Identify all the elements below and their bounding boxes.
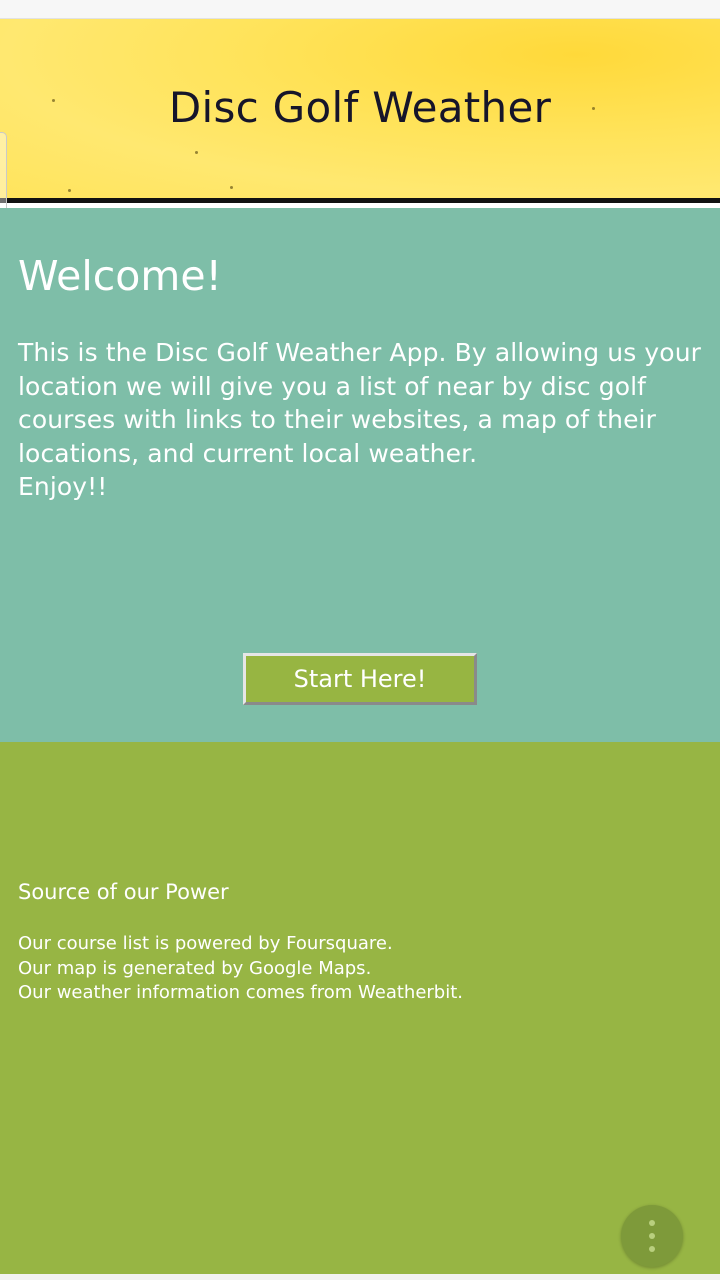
background-speck xyxy=(68,189,71,192)
welcome-heading: Welcome! xyxy=(18,252,222,300)
app-title: Disc Golf Weather xyxy=(168,83,552,132)
bottom-strip xyxy=(0,1274,720,1280)
credits-section: Source of our Power Our course list is p… xyxy=(0,742,720,1274)
credit-line-foursquare: Our course list is powered by Foursquare… xyxy=(18,933,393,954)
welcome-description: This is the Disc Golf Weather App. By al… xyxy=(18,338,702,501)
credits-heading: Source of our Power xyxy=(18,880,229,904)
status-strip xyxy=(0,0,720,19)
welcome-section: Welcome! This is the Disc Golf Weather A… xyxy=(0,208,720,742)
background-speck xyxy=(195,151,198,154)
credits-text: Our course list is powered by Foursquare… xyxy=(18,932,463,1006)
start-here-button[interactable]: Start Here! xyxy=(243,653,477,705)
background-speck xyxy=(230,186,233,189)
more-options-button[interactable] xyxy=(621,1205,683,1267)
credit-line-google-maps: Our map is generated by Google Maps. xyxy=(18,957,372,979)
credit-line-weatherbit: Our weather information comes from Weath… xyxy=(18,982,464,1003)
app-header: Disc Golf Weather xyxy=(0,19,720,203)
